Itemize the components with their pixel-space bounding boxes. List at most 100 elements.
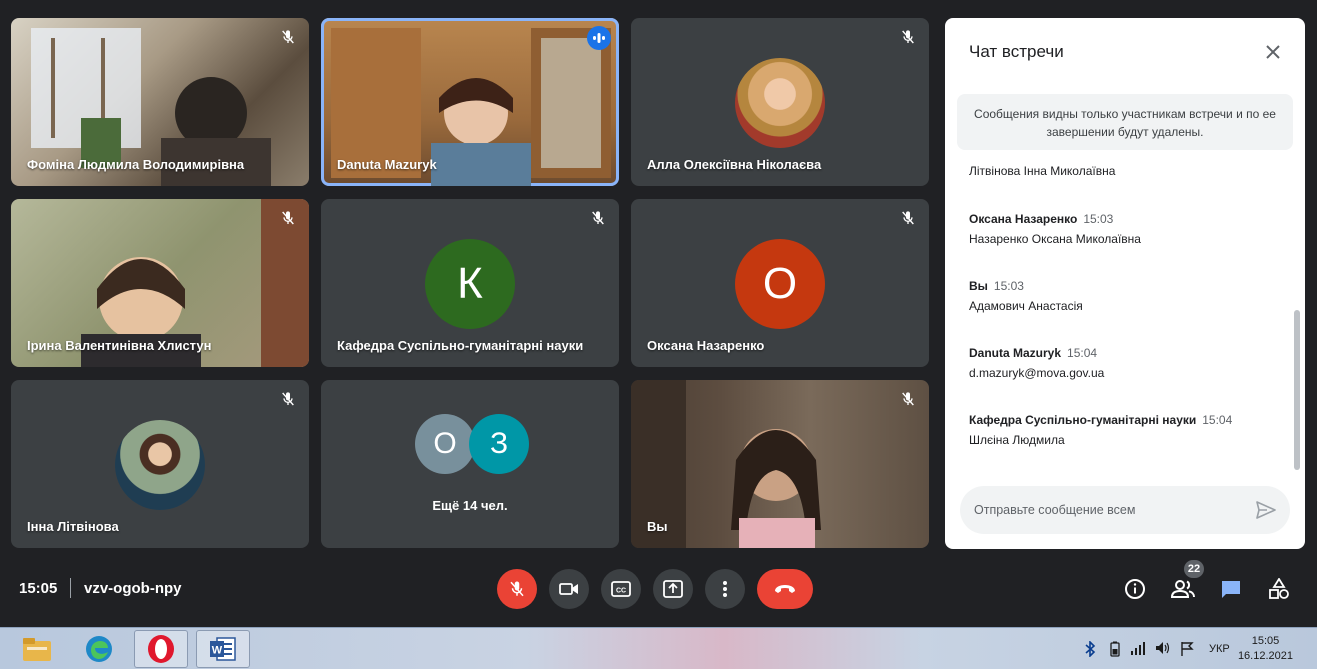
mic-off-icon [587, 207, 609, 229]
participant-name: Вы [647, 519, 668, 534]
send-icon [1256, 501, 1276, 519]
message-sender: Вы [969, 279, 988, 293]
taskbar-opera[interactable] [134, 630, 188, 668]
participant-name: Алла Олексіївна Ніколаєва [647, 157, 822, 172]
video-feed [631, 380, 821, 548]
chat-scrollbar[interactable] [1294, 310, 1300, 470]
chat-notice: Сообщения видны только участникам встреч… [957, 94, 1293, 150]
message-time: 15:04 [1202, 413, 1233, 427]
captions-icon: CC [611, 581, 631, 597]
taskbar-word[interactable]: W [196, 630, 250, 668]
participant-tile[interactable]: Фоміна Людмила Володимирівна [11, 18, 309, 186]
mic-off-icon [277, 207, 299, 229]
taskbar-edge[interactable] [72, 630, 126, 668]
meeting-controls-bar: 15:05 vzv-ogob-npy CC 22 [0, 556, 1317, 624]
hangup-icon [775, 585, 795, 593]
chat-compose [960, 486, 1290, 534]
participant-tile[interactable]: Інна Літвінова [11, 380, 309, 548]
participant-avatar: О [415, 414, 475, 474]
message-sender: Danuta Mazuryk [969, 346, 1062, 360]
volume-icon[interactable] [1155, 641, 1171, 658]
participant-avatar: О [735, 239, 825, 329]
activities-button[interactable] [1265, 575, 1293, 603]
participants-count-badge: 22 [1184, 560, 1204, 578]
send-message-button[interactable] [1254, 498, 1278, 522]
more-vert-icon [723, 581, 727, 597]
participant-name: Ірина Валентинівна Хлистун [27, 338, 212, 353]
svg-text:W: W [212, 645, 223, 657]
participant-tile[interactable]: К Кафедра Суспільно-гуманітарні науки [321, 199, 619, 367]
bluetooth-icon[interactable] [1084, 640, 1096, 660]
camera-icon [559, 583, 578, 595]
participant-name: Danuta Mazuryk [337, 157, 437, 172]
divider [70, 578, 71, 598]
mic-off-icon [897, 207, 919, 229]
chat-button-active[interactable] [1217, 575, 1245, 603]
network-signal-icon[interactable] [1130, 641, 1146, 658]
self-view-tile[interactable]: Вы [631, 380, 929, 548]
activities-icon [1269, 578, 1289, 599]
captions-button[interactable]: CC [601, 569, 641, 609]
participant-name: Інна Літвінова [27, 519, 119, 534]
chat-message: Літвінова Інна Миколаївна [969, 164, 1115, 178]
chat-message: Вы 15:03 Адамович Анастасія [969, 279, 1289, 313]
chat-message: Оксана Назаренко 15:03 Назаренко Оксана М… [969, 212, 1289, 246]
participant-tile[interactable]: Алла Олексіївна Ніколаєва [631, 18, 929, 186]
participant-tile[interactable]: О Оксана Назаренко [631, 199, 929, 367]
toggle-mic-button[interactable] [497, 569, 537, 609]
present-screen-button[interactable] [653, 569, 693, 609]
people-icon [1171, 580, 1195, 598]
opera-icon [148, 635, 174, 663]
meeting-code: vzv-ogob-npy [84, 580, 182, 597]
participant-tile-speaking[interactable]: Danuta Mazuryk [321, 18, 619, 186]
participant-tile[interactable]: Ірина Валентинівна Хлистун [11, 199, 309, 367]
participant-avatar-photo [735, 58, 825, 148]
show-participants-button[interactable] [1169, 575, 1197, 603]
leave-call-button[interactable] [757, 569, 813, 609]
participant-name: Оксана Назаренко [647, 338, 765, 353]
participant-avatar: З [469, 414, 529, 474]
message-text: d.mazuryk@mova.gov.ua [969, 366, 1105, 380]
word-icon: W [210, 637, 236, 661]
chat-message: Danuta Mazuryk 15:04 d.mazuryk@mova.gov.u… [969, 346, 1289, 380]
taskbar-time: 15:05 [1251, 635, 1280, 647]
message-text: Адамович Анастасія [969, 299, 1083, 313]
message-time: 15:03 [1083, 212, 1114, 226]
message-text: Назаренко Оксана Миколаївна [969, 232, 1141, 246]
file-explorer-icon [23, 638, 51, 661]
edge-icon [86, 636, 112, 662]
more-participants-label: Ещё 14 чел. [432, 498, 508, 513]
close-icon [1266, 45, 1280, 59]
participant-avatar: К [425, 239, 515, 329]
meeting-details-button[interactable] [1121, 575, 1149, 603]
present-screen-icon [663, 580, 683, 598]
battery-icon[interactable] [1110, 641, 1120, 660]
message-text: Літвінова Інна Миколаївна [969, 164, 1116, 178]
message-time: 15:04 [1067, 346, 1098, 360]
meeting-clock: 15:05 [19, 580, 58, 597]
toggle-camera-button[interactable] [549, 569, 589, 609]
chat-message-input[interactable] [974, 486, 1244, 534]
mic-off-icon [897, 26, 919, 48]
more-participants-tile[interactable]: О З Ещё 14 чел. [321, 380, 619, 548]
message-time: 15:03 [993, 279, 1024, 293]
participant-name: Кафедра Суспільно-гуманітарні науки [337, 338, 584, 353]
chat-icon [1222, 581, 1240, 598]
mic-off-icon [510, 581, 524, 597]
mic-off-icon [897, 388, 919, 410]
taskbar-clock[interactable]: 15:05 16.12.2021 [1238, 634, 1293, 664]
participant-name: Фоміна Людмила Володимирівна [27, 157, 245, 172]
svg-text:CC: CC [616, 588, 626, 595]
chat-message: Кафедра Суспільно-гуманітарні науки 15:04… [969, 413, 1289, 447]
taskbar-file-explorer[interactable] [10, 630, 64, 668]
meet-window: Фоміна Людмила Володимирівна Danuta Mazu… [0, 0, 1317, 669]
flag-icon[interactable] [1180, 641, 1194, 660]
more-options-button[interactable] [705, 569, 745, 609]
keyboard-language[interactable]: УКР [1209, 643, 1230, 655]
taskbar-date: 16.12.2021 [1237, 650, 1293, 662]
chat-panel: Чат встречи Сообщения видны только участ… [945, 18, 1305, 549]
message-sender: Оксана Назаренко [969, 212, 1078, 226]
mic-off-icon [277, 26, 299, 48]
info-icon [1125, 579, 1145, 599]
close-chat-button[interactable] [1259, 38, 1287, 66]
